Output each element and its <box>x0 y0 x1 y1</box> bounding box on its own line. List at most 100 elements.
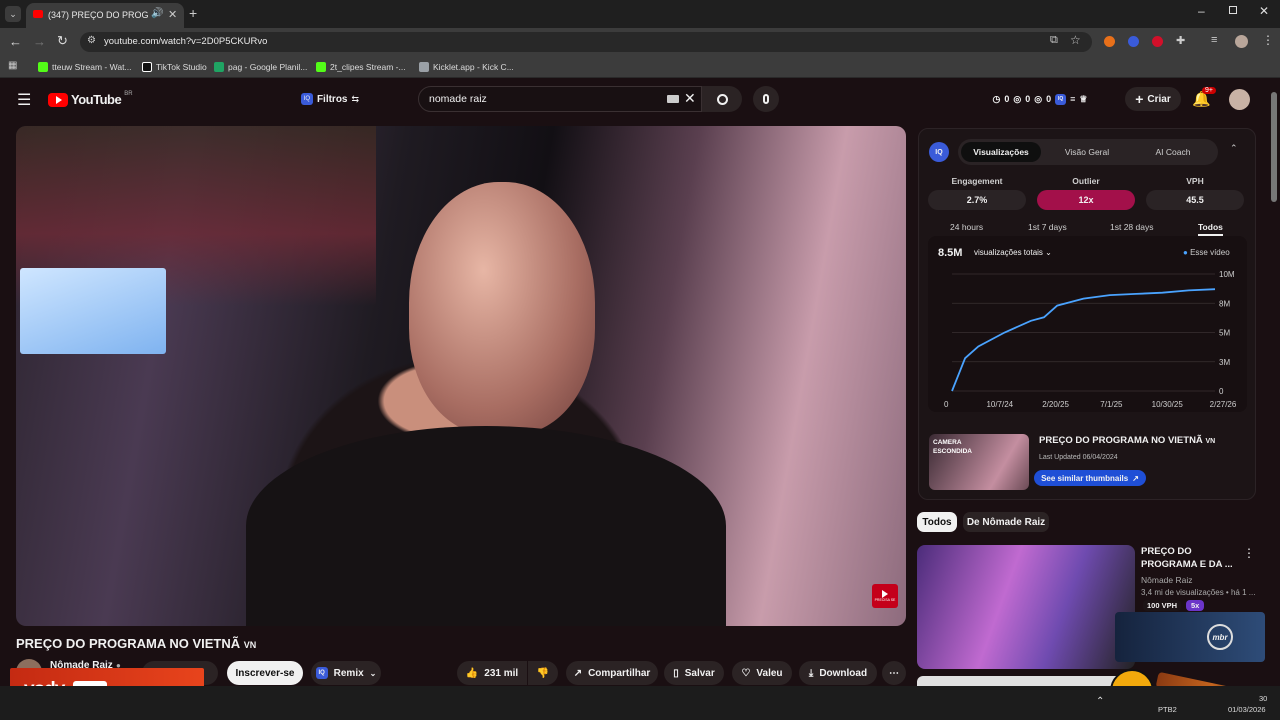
page-scrollbar[interactable] <box>1271 92 1277 202</box>
reading-list-icon[interactable]: ≡ <box>1211 34 1217 46</box>
new-tab-icon[interactable]: + <box>189 5 197 21</box>
stat-value: 0 <box>1046 94 1052 104</box>
speaker-icon[interactable]: 🔊 <box>151 8 163 19</box>
voice-search-button[interactable] <box>753 86 779 112</box>
chart-card: 8.5M visualizações totais ⌄ ● Esse vídeo… <box>928 236 1247 412</box>
remix-button[interactable]: IQ Remix ⌄ <box>311 661 381 685</box>
browser-menu-icon[interactable]: ⋮ <box>1262 33 1274 47</box>
presenter-head <box>409 182 595 434</box>
bookmark-label: 2t_clipes Stream -... <box>330 62 406 72</box>
account-avatar[interactable] <box>1229 89 1250 110</box>
video-player[interactable]: PRECISA SE <box>16 126 906 626</box>
rec-thumbnail[interactable] <box>917 545 1135 669</box>
apps-grid-icon[interactable]: ▦ <box>8 60 17 71</box>
views-chart: 0 3M 5M 8M 10M 0 10/7/24 2/20/25 7/1/25 10/30/25 2… <box>944 270 1237 409</box>
rec-thumbnail-next[interactable] <box>917 676 1135 686</box>
tray-chevron-icon[interactable]: ⌃ <box>1096 696 1104 707</box>
tab-search-button[interactable]: ⌄ <box>5 6 21 22</box>
x-tick-label: 0 <box>944 400 949 409</box>
thanks-button[interactable]: ♡ Valeu <box>732 661 792 685</box>
tab-strip: ⌄ (347) PREÇO DO PROGRAMA 🔊 ✕ + – ✕ <box>0 0 1280 28</box>
clear-search-icon[interactable]: ✕ <box>684 90 696 107</box>
range-tab-28d[interactable]: 1st 28 days <box>1110 222 1153 232</box>
bookmark-item[interactable]: pag - Google Planil... <box>214 59 307 75</box>
iq-badge-icon: IQ <box>300 93 313 105</box>
sliders-icon: ⇆ <box>351 93 360 104</box>
share-button[interactable]: ↗ Compartilhar <box>566 661 658 685</box>
rec-channel[interactable]: Nômade Raiz <box>1141 575 1193 585</box>
back-icon[interactable]: ← <box>9 34 22 49</box>
keyboard-layout[interactable]: PTB2 <box>1158 705 1177 714</box>
minimize-icon[interactable]: – <box>1198 4 1205 18</box>
forward-icon[interactable]: → <box>33 34 46 49</box>
rec-outlier-badge: 5x <box>1186 600 1205 611</box>
bookmark-item[interactable]: Kicklet.app - Kick C... <box>419 59 514 75</box>
chip-all[interactable]: Todos <box>917 512 957 532</box>
profile-avatar[interactable] <box>1235 35 1248 48</box>
chip-channel[interactable]: De Nômade Raiz <box>963 512 1049 532</box>
save-button[interactable]: ▯ Salvar <box>664 661 724 685</box>
restore-icon[interactable] <box>1229 6 1237 14</box>
youtube-logo[interactable]: YouTube BR <box>48 91 133 107</box>
close-tab-icon[interactable]: ✕ <box>168 8 177 21</box>
bookmark-item[interactable]: 2t_clipes Stream -... <box>316 59 406 75</box>
download-button[interactable]: ⤓ Download <box>799 661 877 685</box>
cast-icon[interactable]: ⧉ <box>1050 34 1058 47</box>
rec-more-icon[interactable]: ⋮ <box>1243 546 1255 560</box>
game-overlay-badge: mbr <box>1115 612 1265 662</box>
extensions-puzzle-icon[interactable]: ✚ <box>1176 34 1185 47</box>
iq-badge-icon: IQ <box>1055 93 1067 105</box>
chevron-down-icon: ⌄ <box>369 668 377 678</box>
os-taskbar: ⌃ PTB2 30 01/03/2026 <box>0 686 1280 720</box>
reload-icon[interactable]: ↻ <box>57 33 68 49</box>
extension-red-icon[interactable] <box>1152 36 1163 47</box>
active-tab[interactable]: (347) PREÇO DO PROGRAMA 🔊 ✕ <box>26 3 184 28</box>
presenter-shirt <box>246 426 726 626</box>
x-tick-label: 10/30/25 <box>1152 400 1184 409</box>
subscribe-button[interactable]: Inscrever-se <box>227 661 303 685</box>
like-button[interactable]: 👍 231 mil <box>457 661 527 685</box>
y-tick-label: 0 <box>1219 387 1224 396</box>
video-watermark[interactable]: PRECISA SE <box>872 584 898 608</box>
iq-stats-bar[interactable]: ◷ 0 ◎ 0 ◎ 0 IQ ≡ ♕ <box>968 89 1112 109</box>
thumbnail-preview[interactable]: CAMERA ESCONDIDA <box>929 434 1029 490</box>
range-tab-7d[interactable]: 1st 7 days <box>1028 222 1067 232</box>
metric-vph: 45.5 <box>1146 190 1244 210</box>
browser-toolbar: ← → ↻ ⚙ youtube.com/watch?v=2D0P5CKURvo … <box>0 28 1280 56</box>
dislike-button[interactable]: 👎 <box>528 661 558 685</box>
metric-label: Engagement <box>951 176 1003 186</box>
notifications-button[interactable]: 🔔 9+ <box>1192 87 1216 109</box>
rec-title[interactable]: PREÇO DO PROGRAMA E DA ... <box>1141 545 1241 571</box>
hamburger-menu-icon[interactable]: ☰ <box>17 90 31 110</box>
bookmark-star-icon[interactable]: ☆ <box>1070 33 1081 47</box>
download-label: Download <box>819 667 868 679</box>
tab-visao-geral[interactable]: Visão Geral <box>1047 142 1127 162</box>
rec-vph-badge: 100 VPH <box>1143 600 1182 611</box>
more-actions-button[interactable]: ⋯ <box>882 661 906 685</box>
bookmark-item[interactable]: tteuw Stream - Wat... <box>38 59 132 75</box>
keyboard-icon[interactable] <box>667 95 679 103</box>
address-bar[interactable]: ⚙ youtube.com/watch?v=2D0P5CKURvo ⧉ ☆ <box>80 32 1092 52</box>
search-input[interactable]: nomade raiz ✕ <box>418 86 702 112</box>
extension-metamask-icon[interactable] <box>1104 36 1115 47</box>
collapse-chevron-icon[interactable]: ⌃ <box>1230 143 1238 154</box>
subscribe-label: Inscrever-se <box>235 667 295 679</box>
create-button[interactable]: + Criar <box>1125 87 1181 111</box>
filters-button[interactable]: IQ Filtros ⇆ <box>296 89 364 109</box>
bookmark-item[interactable]: TikTok Studio <box>142 59 207 75</box>
site-info-icon[interactable]: ⚙ <box>87 35 96 46</box>
search-button[interactable] <box>702 86 742 112</box>
tab-ai-coach[interactable]: AI Coach <box>1133 142 1213 162</box>
youtube-page: ☰ YouTube BR IQ Filtros ⇆ nomade raiz ✕ … <box>0 78 1280 720</box>
extension-iq-icon[interactable] <box>1128 36 1139 47</box>
tab-visualizacoes[interactable]: Visualizações <box>961 142 1041 162</box>
range-tab-all[interactable]: Todos <box>1198 222 1223 236</box>
clock-icon: ◷ <box>992 93 1001 104</box>
range-tab-24h[interactable]: 24 hours <box>950 222 983 232</box>
tab-title: (347) PREÇO DO PROGRAMA <box>48 10 148 20</box>
similar-thumbnails-button[interactable]: See similar thumbnails ↗ <box>1034 470 1146 486</box>
metric-label: Outlier <box>1072 176 1100 186</box>
notification-badge: 9+ <box>1202 87 1216 94</box>
close-window-icon[interactable]: ✕ <box>1259 4 1269 18</box>
y-tick-label: 10M <box>1219 270 1235 279</box>
